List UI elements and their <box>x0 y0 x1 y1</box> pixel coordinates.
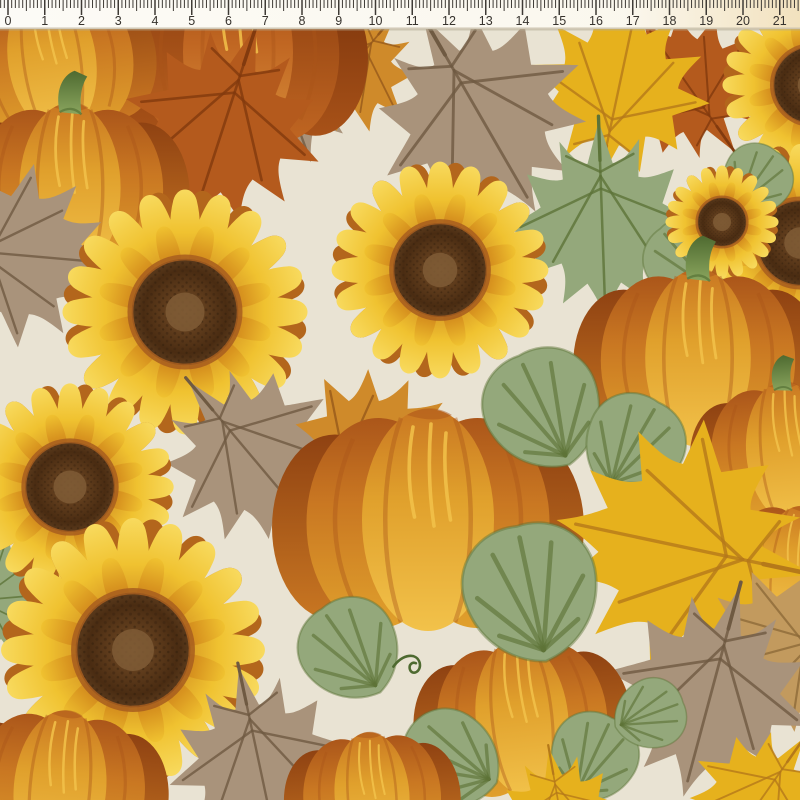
ruler-number: 12 <box>442 14 456 28</box>
ruler-number: 16 <box>589 14 603 28</box>
ruler-number: 10 <box>369 14 383 28</box>
fabric-area <box>0 0 800 800</box>
ruler-number: 17 <box>626 14 640 28</box>
ruler-number: 15 <box>552 14 566 28</box>
ruler-number: 9 <box>335 14 342 28</box>
ruler-number: 2 <box>78 14 85 28</box>
ruler-number: 0 <box>5 14 12 28</box>
ruler-number: 5 <box>188 14 195 28</box>
ruler-shadow <box>0 29 800 31</box>
ruler-number: 21 <box>773 14 787 28</box>
ruler-number: 3 <box>115 14 122 28</box>
ruler-number: 11 <box>406 14 419 28</box>
ruler-number: 7 <box>262 14 269 28</box>
ruler-number: 4 <box>152 14 159 28</box>
fabric-print-canvas: 0123456789101112131415161718192021 <box>0 0 800 800</box>
ruler-number: 1 <box>41 14 48 28</box>
ruler-number: 6 <box>225 14 232 28</box>
ruler-number: 8 <box>299 14 306 28</box>
ruler-number: 14 <box>516 14 530 28</box>
fabric-swatch-photo: 0123456789101112131415161718192021 <box>0 0 800 800</box>
ruler-number: 13 <box>479 14 493 28</box>
ruler-number: 20 <box>736 14 750 28</box>
ruler: 0123456789101112131415161718192021 <box>0 0 800 31</box>
ruler-number: 19 <box>699 14 713 28</box>
ruler-number: 18 <box>663 14 677 28</box>
